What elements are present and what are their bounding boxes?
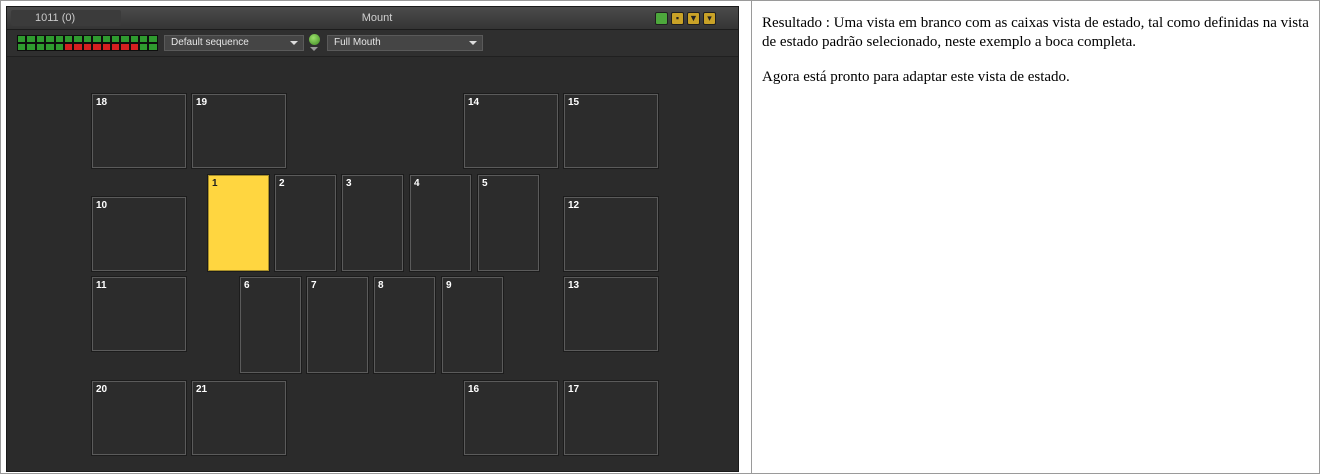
mount-box-17[interactable]: 17 [563, 380, 659, 456]
mount-box-1[interactable]: 1 [207, 174, 270, 272]
mount-box-8[interactable]: 8 [373, 276, 436, 374]
mount-box-10[interactable]: 10 [91, 196, 187, 272]
mount-box-number: 21 [196, 384, 208, 395]
sequence-cell [148, 35, 158, 43]
mount-box-number: 18 [96, 97, 108, 108]
ready-paragraph: Agora está pronto para adaptar este vist… [762, 69, 1070, 85]
mount-box-3[interactable]: 3 [341, 174, 404, 272]
sequence-cell [63, 35, 74, 43]
sequence-indicator[interactable] [17, 35, 158, 51]
mount-box-number: 13 [568, 280, 580, 291]
filter-icon[interactable]: ▼ [687, 12, 700, 25]
mount-box-18[interactable]: 18 [91, 93, 187, 169]
sequence-cell [129, 35, 140, 43]
mount-box-number: 8 [378, 280, 384, 291]
sequence-cell [101, 43, 111, 51]
mount-box-20[interactable]: 20 [91, 380, 187, 456]
sequence-cell [101, 35, 111, 43]
mount-window: 1011 (0) Mount ▪ ▼ ▾ Default sequence Fu… [6, 6, 739, 472]
sequence-cell [92, 43, 102, 51]
chevron-down-icon [469, 41, 477, 45]
column-divider [751, 0, 752, 474]
mount-box-number: 12 [568, 200, 580, 211]
mount-box-number: 20 [96, 384, 108, 395]
description-panel: Resultado : Uma vista em branco com as c… [762, 14, 1312, 103]
chevron-down-icon[interactable]: ▾ [703, 12, 716, 25]
green-led-icon [309, 34, 320, 45]
mount-box-number: 14 [468, 97, 480, 108]
sequence-cell [26, 43, 36, 51]
mount-box-number: 6 [244, 280, 250, 291]
sequence-cell [82, 43, 93, 51]
sequence-cell [45, 43, 55, 51]
sequence-cell [54, 35, 64, 43]
mount-box-number: 19 [196, 97, 208, 108]
mount-box-number: 3 [346, 178, 352, 189]
mount-box-21[interactable]: 21 [191, 380, 287, 456]
sequence-cell [73, 43, 83, 51]
sequence-cell [139, 43, 149, 51]
mount-box-4[interactable]: 4 [409, 174, 472, 272]
sequence-cell [120, 35, 130, 43]
mount-box-2[interactable]: 2 [274, 174, 337, 272]
sequence-dropdown[interactable]: Default sequence [164, 35, 304, 51]
mount-box-number: 9 [446, 280, 452, 291]
mount-box-number: 10 [96, 200, 108, 211]
sequence-cell [120, 43, 130, 51]
sequence-cell [92, 35, 102, 43]
sequence-cell [17, 35, 27, 43]
sequence-cell [148, 43, 158, 51]
window-title: Mount [361, 12, 393, 24]
sequence-cell [139, 35, 149, 43]
mount-box-number: 2 [279, 178, 285, 189]
trash-icon[interactable]: ▪ [671, 12, 684, 25]
mount-box-number: 1 [212, 178, 218, 189]
mount-box-12[interactable]: 12 [563, 196, 659, 272]
sequence-cell [26, 35, 36, 43]
mount-box-number: 17 [568, 384, 580, 395]
sequence-dropdown-value: Default sequence [171, 37, 249, 48]
toolbar: Default sequence Full Mouth [7, 30, 738, 57]
mount-canvas: 18 19 14 15 10 1 2 3 4 5 12 11 6 7 8 9 13 20 21 16 17 [7, 57, 738, 471]
mount-box-number: 4 [414, 178, 420, 189]
mount-box-19[interactable]: 19 [191, 93, 287, 169]
image-counter: 1011 (0) [11, 10, 121, 26]
mount-box-9[interactable]: 9 [441, 276, 504, 374]
sequence-cell [110, 43, 121, 51]
mount-box-number: 11 [96, 280, 107, 291]
mount-box-5[interactable]: 5 [477, 174, 540, 272]
status-green-icon[interactable] [655, 12, 668, 25]
mount-box-16[interactable]: 16 [463, 380, 559, 456]
mount-box-13[interactable]: 13 [563, 276, 659, 352]
mount-box-number: 16 [468, 384, 480, 395]
mount-box-7[interactable]: 7 [306, 276, 369, 374]
sequence-cell [129, 43, 140, 51]
sequence-cell [73, 35, 83, 43]
result-paragraph: Resultado : Uma vista em branco com as c… [762, 15, 1309, 50]
title-bar: 1011 (0) Mount ▪ ▼ ▾ [7, 7, 738, 30]
sequence-cell [45, 35, 55, 43]
mount-box-number: 5 [482, 178, 488, 189]
sequence-cell [110, 35, 121, 43]
sequence-cell [63, 43, 74, 51]
mount-box-11[interactable]: 11 [91, 276, 187, 352]
chevron-down-icon [310, 47, 318, 51]
mount-box-14[interactable]: 14 [463, 93, 559, 169]
mount-box-6[interactable]: 6 [239, 276, 302, 374]
mount-box-number: 7 [311, 280, 317, 291]
sequence-cell [17, 43, 27, 51]
sequence-status-button[interactable] [308, 34, 321, 54]
mount-box-number: 15 [568, 97, 580, 108]
chevron-down-icon [290, 41, 298, 45]
mount-box-15[interactable]: 15 [563, 93, 659, 169]
view-dropdown-value: Full Mouth [334, 37, 381, 48]
sequence-cell [54, 43, 64, 51]
sequence-cell [35, 35, 46, 43]
view-dropdown[interactable]: Full Mouth [327, 35, 483, 51]
sequence-cell [82, 35, 93, 43]
sequence-cell [35, 43, 46, 51]
